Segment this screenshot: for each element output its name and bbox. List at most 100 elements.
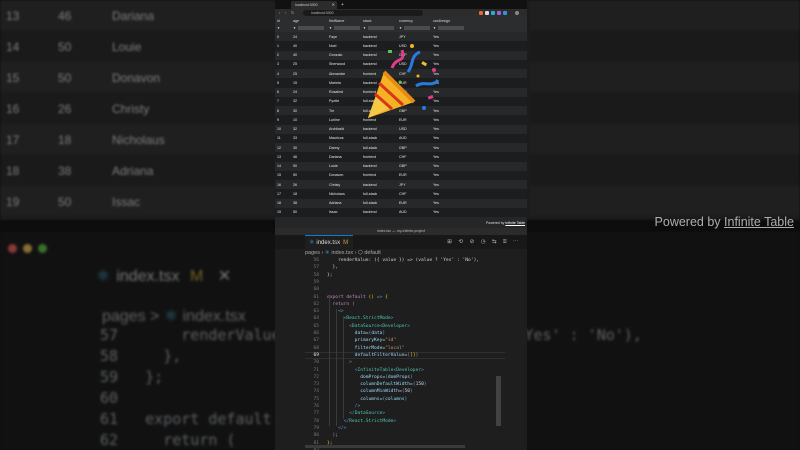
table-row[interactable]: 16 26 Christy backend JPY Yes [275, 180, 527, 190]
grid-filter-row: ▼ ▼ ▼ ▼ ▼ ▼ [275, 24, 527, 32]
column-header[interactable]: stack [361, 17, 397, 24]
table-cell: AUD [397, 133, 431, 143]
table-row[interactable]: 14 50 Louie backend GBP Yes [275, 161, 527, 171]
code-line[interactable]: export default () => { [327, 295, 388, 300]
vertical-scrollbar[interactable] [496, 376, 501, 426]
background-code-line: 60 [100, 389, 146, 407]
background-traffic-lights [8, 240, 53, 258]
code-line[interactable]: domProps={domProps} [327, 375, 413, 380]
table-cell: 15 [275, 170, 291, 180]
column-header[interactable]: canDesign [431, 17, 527, 24]
table-cell: Yes [431, 143, 527, 153]
background-grid-row: 13 46 Dariana [0, 1, 275, 29]
table-cell: Yes [431, 115, 527, 125]
table-cell: 30 [291, 106, 327, 116]
filter-icon[interactable]: ▼ [399, 26, 402, 30]
table-cell: Yes [431, 78, 527, 88]
react-icon: ⚛ [309, 240, 315, 246]
extension-icon[interactable] [491, 11, 495, 15]
table-cell: Yes [431, 189, 527, 199]
code-line[interactable]: defaultFilterValue={[]} [327, 353, 419, 358]
column-filter[interactable]: ▼ [361, 24, 397, 32]
code-line[interactable]: > [327, 360, 352, 365]
filter-icon[interactable]: ▼ [277, 26, 280, 30]
extension-icon[interactable] [503, 11, 507, 15]
code-line[interactable]: }; [327, 273, 333, 278]
infinite-table-link[interactable]: Infinite Table [505, 221, 525, 225]
code-line[interactable]: columns={columns} [327, 397, 407, 402]
extension-icon[interactable] [479, 11, 483, 15]
table-row[interactable]: 15 50 Donavon frontend EUR Yes [275, 170, 527, 180]
close-icon[interactable]: ✕ [332, 1, 335, 9]
table-row[interactable]: 18 38 Adriana full-stack EUR Yes [275, 198, 527, 208]
background-powered-by: Powered by Infinite Table [654, 215, 794, 229]
column-filter[interactable]: ▼ [397, 24, 431, 32]
filter-input[interactable] [333, 25, 360, 31]
code-line[interactable]: columnMinWidth={50} [327, 389, 413, 394]
filter-input[interactable] [437, 25, 464, 31]
back-icon[interactable]: ‹ [279, 9, 280, 17]
table-cell: backend [361, 161, 397, 171]
url-input[interactable]: localhost:3000 [303, 10, 423, 16]
code-line[interactable]: </> [327, 426, 346, 431]
code-line[interactable]: filterMode="local" [327, 346, 405, 351]
filter-icon[interactable]: ▼ [433, 26, 436, 30]
table-cell: backend [361, 32, 397, 42]
table-cell: 10 [291, 115, 327, 125]
table-row[interactable]: 12 30 Danny full-stack GBP Yes [275, 143, 527, 153]
code-line[interactable]: columnDefaultWidth={150} [327, 382, 426, 387]
filter-input[interactable] [367, 25, 394, 31]
table-cell: 25 [291, 69, 327, 79]
column-filter[interactable]: ▼ [327, 24, 361, 32]
editor-actions[interactable]: ⊞ ⟲ ⊘ ◷ ⇆ ⌸ ⋯ [447, 235, 521, 249]
code-line[interactable]: renderValue: ({ value }) => (value ? 'Ye… [327, 258, 479, 263]
filter-icon[interactable]: ▼ [363, 26, 366, 30]
table-row[interactable]: 17 18 Nicholaus full-stack CHF Yes [275, 189, 527, 199]
table-cell: Faye [327, 32, 361, 42]
table-cell: 50 [291, 161, 327, 171]
extension-icon[interactable] [497, 11, 501, 15]
table-row[interactable]: 13 46 Dariana frontend CHF Yes [275, 152, 527, 162]
new-tab-button[interactable]: + [341, 1, 344, 9]
extension-icon[interactable] [485, 11, 489, 15]
code-line[interactable]: <DataSource<Developer> [327, 324, 410, 329]
reload-icon[interactable]: ↻ [291, 9, 294, 17]
code-line[interactable]: }, [327, 265, 339, 270]
column-filter[interactable]: ▼ [275, 24, 291, 32]
table-cell: Yes [431, 124, 527, 134]
code-line[interactable]: primaryKey="id" [327, 338, 397, 343]
filter-icon[interactable]: ▼ [293, 26, 296, 30]
table-row[interactable]: 11 33 Mauricus full-stack AUD Yes [275, 133, 527, 143]
line-number: 66 [313, 331, 319, 336]
table-cell: 4 [275, 69, 291, 79]
table-cell: 15 [291, 78, 327, 88]
profile-icon[interactable] [515, 11, 519, 15]
table-row[interactable]: 19 50 Issac backend AUD Yes [275, 207, 527, 217]
table-cell: Issac [327, 207, 361, 217]
table-row[interactable]: 0 24 Faye backend JPY Yes [275, 32, 527, 42]
code-line[interactable]: <InfiniteTable<Developer> [327, 368, 424, 373]
table-cell: Yes [431, 161, 527, 171]
column-header[interactable]: age [291, 17, 327, 24]
browser-tab[interactable]: localhost:3000 ✕ [291, 1, 337, 9]
code-line[interactable]: return ( [327, 302, 355, 307]
filter-input[interactable] [403, 25, 430, 31]
code-line[interactable]: </React.StrictMode> [327, 419, 397, 424]
filter-input[interactable] [297, 25, 324, 31]
line-number: 73 [313, 382, 319, 388]
table-cell: 18 [275, 198, 291, 208]
column-filter[interactable]: ▼ [291, 24, 327, 32]
react-icon: ⚛ [96, 268, 111, 285]
editor-tab-index[interactable]: ⚛ index.tsx M [305, 235, 353, 249]
table-cell: backend [361, 180, 397, 190]
column-header[interactable]: id [275, 17, 291, 24]
column-filter[interactable]: ▼ [431, 24, 527, 32]
horizontal-scrollbar[interactable] [305, 445, 465, 448]
filter-icon[interactable]: ▼ [329, 26, 332, 30]
forward-icon[interactable]: › [285, 9, 286, 17]
line-number: 77 [313, 411, 319, 417]
table-row[interactable]: 10 32 Archibald backend USD Yes [275, 124, 527, 134]
column-header[interactable]: currency [397, 17, 431, 24]
code-line[interactable]: ); [327, 433, 339, 438]
column-header[interactable]: firstName [327, 17, 361, 24]
